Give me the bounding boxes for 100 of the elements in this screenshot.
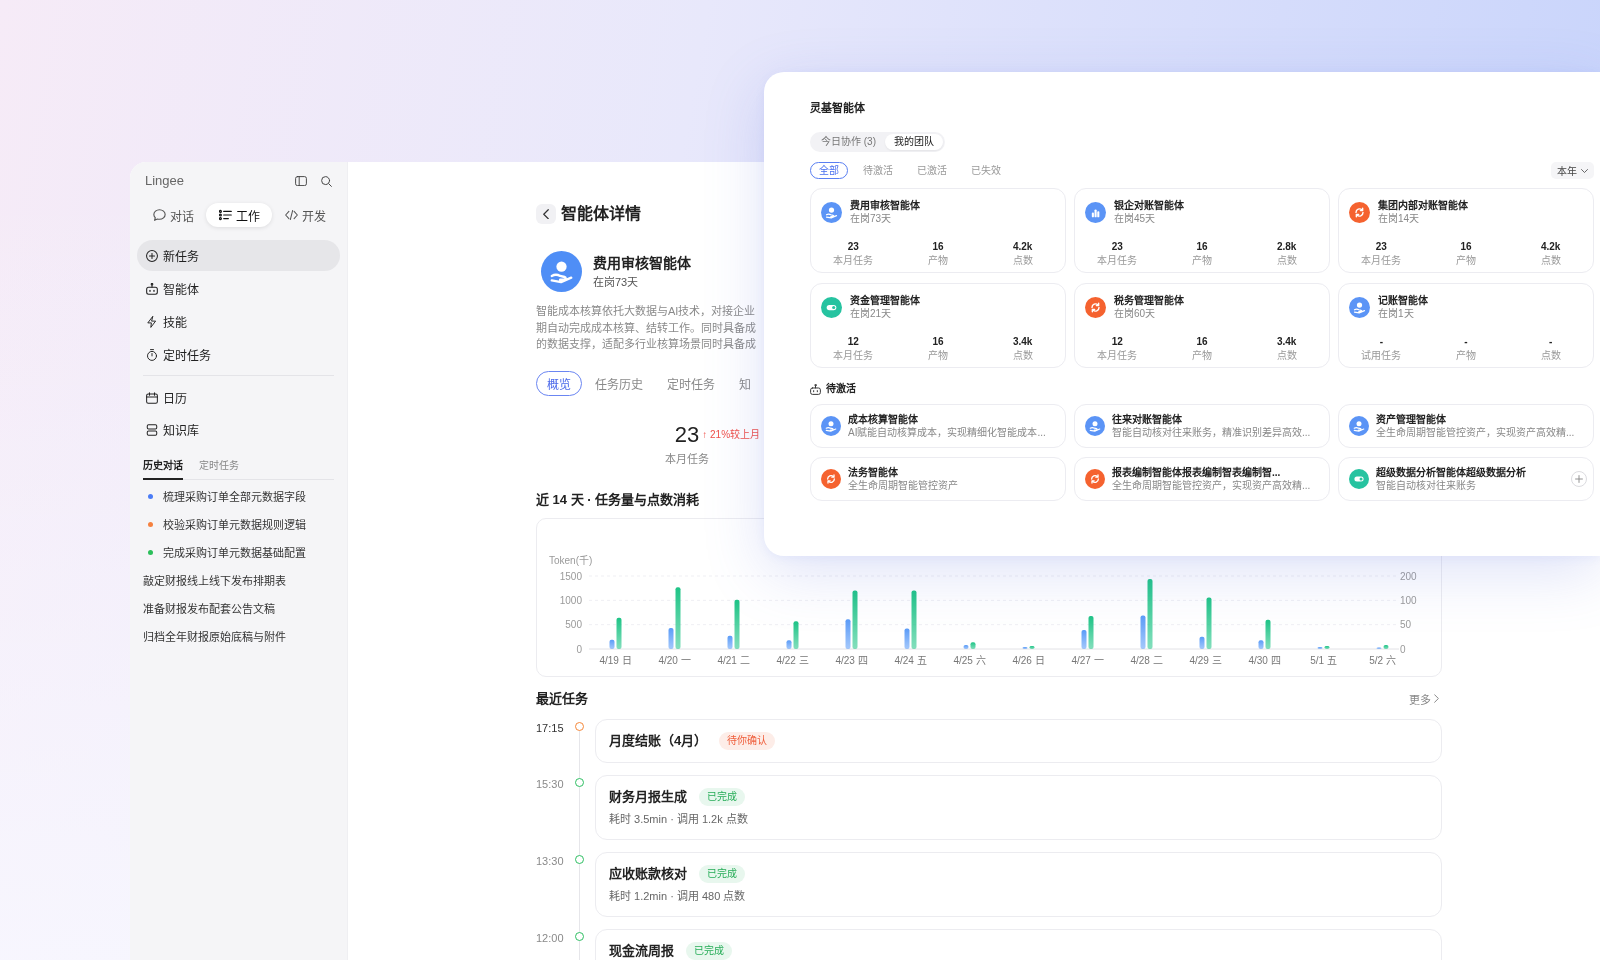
nav-item[interactable]: 日历 [137, 382, 340, 413]
mode-tab[interactable]: 工作 [206, 203, 272, 227]
agent-summary: 智能自动核对往来账务，精准识别差异高效... [1112, 426, 1312, 439]
axis-label: 4/30 四 [1248, 654, 1281, 665]
axis-label: 4/29 三 [1189, 654, 1222, 665]
nav-item[interactable]: 新任务 [137, 240, 340, 271]
stat-value: 16 [1195, 240, 1209, 253]
stat-value: 12 [1110, 335, 1124, 348]
history-item[interactable]: 准备财报发布配套公告文稿 [137, 594, 340, 622]
avatar-icon [541, 251, 582, 292]
agent-card[interactable]: 集团内部对账智能体 在岗14天 23 本月任务 16 产物 4.2k 点数 [1338, 188, 1594, 273]
agent-card[interactable]: 资金管理智能体 在岗21天 12 本月任务 16 产物 3.4k 点数 [810, 283, 1066, 368]
detail-tab[interactable]: 定时任务 [656, 370, 726, 396]
stat-label: 产物 [927, 254, 949, 267]
agent-card[interactable]: 成本核算智能体 AI赋能自动核算成本，实现精细化智能成本... [810, 404, 1066, 448]
agent-card[interactable]: 报表编制智能体报表编制智表编制智... 全生命周期智能管控资产，实现资产高效精... [1074, 457, 1330, 501]
nav-item[interactable]: 知识库 [137, 414, 340, 445]
stat-label: 试用任务 [1360, 349, 1403, 362]
chevron-right-icon [1434, 694, 1439, 703]
detail-tab[interactable]: 知 [728, 370, 762, 396]
agent-card[interactable]: 记账智能体 在岗1天 - 试用任务 - 产物 - 点数 [1338, 283, 1594, 368]
agent-card[interactable]: 银企对账智能体 在岗45天 23 本月任务 16 产物 2.8k 点数 [1074, 188, 1330, 273]
axis-label: 5/2 六 [1369, 654, 1396, 665]
period-dropdown[interactable]: 本年 [1551, 162, 1594, 179]
stat-label: 本月任务 [665, 451, 709, 466]
agent-description: 智能成本核算依托大数据与AI技术，对接企业 期自动完成成本核算、结转工作。同时具备成 的数据支撑，适配多行业核算场景同时具备成 [536, 304, 756, 352]
agent-card[interactable]: 法务智能体 全生命周期智能管控资产 [810, 457, 1066, 501]
time-label: 12:00 [536, 930, 565, 945]
agent-name: 成本核算智能体 [848, 413, 919, 426]
plus-icon [1575, 475, 1583, 483]
stat-value: 3.4k [1275, 335, 1298, 348]
history-item[interactable]: 完成采购订单元数据基础配置 [137, 538, 340, 566]
axis-label: 4/24 五 [894, 654, 927, 665]
agent-name: 超级数据分析智能体超级数据分析 [1376, 466, 1527, 479]
agent-card[interactable]: 超级数据分析智能体超级数据分析 智能自动核对往来账务 [1338, 457, 1594, 501]
agent-name: 资产管理智能体 [1376, 413, 1447, 426]
stat-value: 23 [1110, 240, 1124, 253]
stat-label: 点数 [1011, 254, 1034, 267]
agent-name: 费用审核智能体 [593, 253, 691, 272]
agent-card[interactable]: 税务管理智能体 在岗60天 12 本月任务 16 产物 3.4k 点数 [1074, 283, 1330, 368]
tick-label: 1000 [559, 594, 582, 606]
status-badge: 待你确认 [719, 731, 776, 750]
history-tab[interactable]: 定时任务 [199, 459, 239, 480]
agent-card[interactable]: 往来对账智能体 智能自动核对往来账务，精准识别差异高效... [1074, 404, 1330, 448]
history-item[interactable]: 敲定财报线上线下发布排期表 [137, 566, 340, 594]
stat-value: 16 [1195, 335, 1209, 348]
chat-icon [152, 209, 166, 221]
stat-value: 23 [674, 421, 700, 448]
agent-card[interactable]: 资产管理智能体 全生命周期智能管控资产，实现资产高效精... [1338, 404, 1594, 448]
task-card[interactable]: 财务月报生成 已完成 耗时 3.5min · 调用 1.2k 点数 [595, 774, 1442, 840]
agent-summary: 全生命周期智能管控资产 [848, 479, 959, 492]
segment-tab[interactable]: 我的团队 [885, 134, 943, 150]
mode-tab[interactable]: 对话 [140, 203, 206, 227]
status-badge: 已完成 [686, 941, 732, 960]
nav-item[interactable]: 技能 [137, 306, 340, 337]
nav-item[interactable]: 定时任务 [137, 339, 340, 370]
stat-label: 点数 [1011, 349, 1034, 362]
chevron-down-icon [1581, 168, 1588, 173]
section-title: 最近任务 [536, 689, 588, 708]
stat-value: 4.2k [1011, 240, 1034, 253]
code-icon [284, 209, 298, 221]
nav-item[interactable]: 智能体 [137, 273, 340, 304]
axis-label: 4/19 日 [599, 654, 632, 665]
history-item[interactable]: 梳理采购订单全部元数据字段 [137, 482, 340, 510]
tick-label: 0 [576, 643, 582, 654]
task-title: 应收账款核对 [609, 864, 687, 883]
section-title: 近 14 天 · 任务量与点数消耗 [536, 490, 700, 509]
history-tab[interactable]: 历史对话 [143, 459, 183, 480]
mode-tab[interactable]: 开发 [272, 203, 338, 227]
task-title: 财务月报生成 [609, 787, 687, 806]
agent-tenure: 在岗73天 [850, 212, 893, 225]
detail-tab[interactable]: 任务历史 [584, 370, 654, 396]
search-icon[interactable] [321, 175, 332, 187]
task-card[interactable]: 应收账款核对 已完成 耗时 1.2min · 调用 480 点数 [595, 851, 1442, 917]
stat-label: 产物 [1455, 349, 1477, 362]
stat-label: 产物 [1455, 254, 1477, 267]
time-label: 15:30 [536, 776, 565, 791]
axis-label: 5/1 五 [1310, 654, 1337, 665]
axis-label: 4/25 六 [953, 654, 986, 665]
stat-value: 12 [846, 335, 860, 348]
stat-value: 16 [931, 335, 945, 348]
more-link[interactable]: 更多 [1409, 690, 1439, 707]
task-card[interactable]: 现金流周报 已完成 [595, 928, 1442, 960]
panel-toggle-icon[interactable] [295, 175, 307, 187]
axis-title: Token(千) [549, 554, 593, 566]
stat-value: - [1548, 335, 1554, 348]
stat-value: 16 [931, 240, 945, 253]
panel-title: 灵基智能体 [810, 101, 865, 115]
agent-name: 往来对账智能体 [1112, 413, 1183, 426]
segment-tab[interactable]: 今日协作 (3) [812, 134, 885, 150]
brand-name: Lingee [145, 172, 186, 190]
task-card[interactable]: 月度结账（4月） 待你确认 [595, 718, 1442, 763]
back-button[interactable] [536, 204, 556, 224]
stat-label: 产物 [1191, 254, 1213, 267]
agent-card[interactable]: 费用审核智能体 在岗73天 23 本月任务 16 产物 4.2k 点数 [810, 188, 1066, 273]
timeline-dot-icon [574, 721, 584, 731]
history-item[interactable]: 归档全年财报原始底稿与附件 [137, 622, 340, 650]
stat-label: 产物 [1191, 349, 1213, 362]
time-label: 13:30 [536, 853, 565, 868]
history-item[interactable]: 校验采购订单元数据规则逻辑 [137, 510, 340, 538]
